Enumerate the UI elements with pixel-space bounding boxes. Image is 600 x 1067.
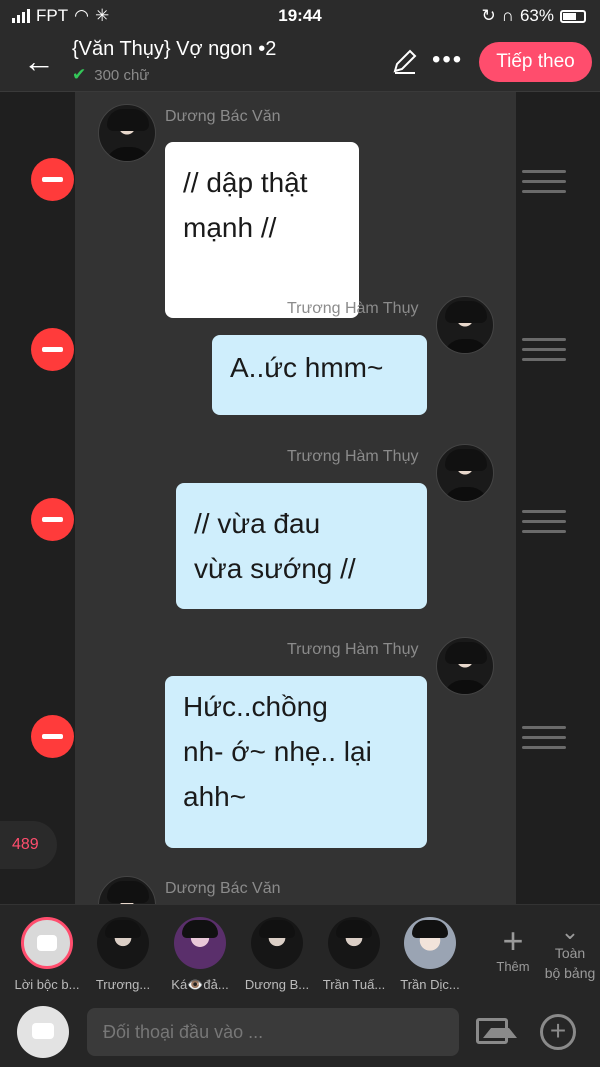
remove-message-button[interactable] xyxy=(31,158,74,201)
headphones-icon: ∩ xyxy=(501,6,514,25)
character-label: Trương... xyxy=(95,977,151,992)
drag-handle-icon[interactable] xyxy=(522,510,566,536)
word-count-text: 300 chữ xyxy=(94,66,150,84)
chevron-down-icon: ⌄ xyxy=(560,919,580,944)
drag-handle-icon[interactable] xyxy=(522,726,566,752)
status-right: ↻ ∩ 63% xyxy=(481,6,586,26)
message-line: A..ức hmm~ xyxy=(230,352,384,383)
speaker-name: Dương Bác Văn xyxy=(165,880,281,897)
message-bubble[interactable]: // dập thật mạnh // xyxy=(165,142,359,318)
message-line: Hức..chồng xyxy=(183,691,328,722)
rotation-lock-icon: ↻ xyxy=(481,6,496,25)
character-avatar xyxy=(328,917,380,969)
add-circle-icon[interactable]: + xyxy=(540,1014,576,1050)
check-icon: ✔ xyxy=(72,65,87,84)
remove-message-button[interactable] xyxy=(31,328,74,371)
app-header: ← {Văn Thụy} Vợ ngon •2 ✔ 300 chữ ••• Ti… xyxy=(0,34,600,92)
message-line: vừa sướng // xyxy=(194,553,356,584)
character-narrator[interactable]: Lời bộc b... xyxy=(10,917,84,992)
character-label: Lời bộc b... xyxy=(14,977,80,992)
message-bubble[interactable]: Hức..chồng nh- ớ~ nhẹ.. lại ahh~ xyxy=(165,676,427,848)
plus-icon: + xyxy=(502,920,524,961)
avatar-truong-ham-thuy[interactable] xyxy=(436,444,494,502)
character-label: Ká👁️đả... xyxy=(171,977,229,992)
narrator-icon xyxy=(21,917,73,969)
pen-icon[interactable] xyxy=(390,46,420,76)
add-character-button[interactable]: + Thêm xyxy=(490,920,536,975)
character-item[interactable]: Ká👁️đả... xyxy=(163,917,237,993)
speaker-name: Dương Bác Văn xyxy=(165,108,281,125)
message-line: // dập thật xyxy=(183,167,308,198)
character-avatar xyxy=(251,917,303,969)
input-bar: + xyxy=(0,998,600,1067)
all-label-line: Toàn xyxy=(554,945,586,961)
image-icon[interactable] xyxy=(476,1018,517,1044)
character-label: Trần Dịc... xyxy=(400,977,460,992)
battery-text: 63% xyxy=(519,6,554,25)
remove-message-button[interactable] xyxy=(31,715,74,758)
character-item[interactable]: Dương B... xyxy=(240,917,314,992)
character-label: Trần Tuấ... xyxy=(322,977,386,992)
character-bar: Lời bộc b... Trương... Ká👁️đả... Dương B… xyxy=(0,904,600,998)
chat-content[interactable]: Dương Bác Văn // dập thật mạnh // Trương… xyxy=(0,92,600,904)
back-arrow-icon[interactable]: ← xyxy=(22,43,56,79)
speaker-name: Trương Hàm Thụy xyxy=(287,300,419,317)
message-bubble[interactable]: A..ức hmm~ xyxy=(212,335,427,415)
character-item[interactable]: Trần Tuấ... xyxy=(317,917,391,992)
message-line: nh- ớ~ nhẹ.. lại xyxy=(183,736,372,767)
message-line: ahh~ xyxy=(183,781,247,812)
message-bubble[interactable]: // vừa đau vừa sướng // xyxy=(176,483,427,609)
add-label: Thêm xyxy=(496,959,530,974)
character-label: Dương B... xyxy=(244,977,310,992)
dialogue-input[interactable] xyxy=(87,1008,459,1056)
avatar-duong-bac-van[interactable] xyxy=(98,104,156,162)
character-item[interactable]: Trương... xyxy=(86,917,160,992)
character-item[interactable]: Trần Dịc... xyxy=(393,917,467,992)
drag-handle-icon[interactable] xyxy=(522,170,566,196)
story-title: {Văn Thụy} Vợ ngon •2 xyxy=(72,38,277,60)
message-line: mạnh // xyxy=(183,212,277,243)
status-bar: FPT ◠ ✳ 19:44 ↻ ∩ 63% xyxy=(0,0,600,34)
battery-icon xyxy=(560,9,586,23)
character-avatar xyxy=(404,917,456,969)
narrator-toggle-button[interactable] xyxy=(17,1006,69,1058)
message-line: // vừa đau xyxy=(194,508,321,539)
word-counter-badge: 489 xyxy=(0,821,57,869)
drag-handle-icon[interactable] xyxy=(522,338,566,364)
all-label-line: bộ bảng xyxy=(544,965,596,981)
word-count-status: ✔ 300 chữ xyxy=(72,65,149,85)
speaker-name: Trương Hàm Thụy xyxy=(287,448,419,465)
show-all-button[interactable]: ⌄ Toàn bộ bảng xyxy=(540,921,600,983)
next-button[interactable]: Tiếp theo xyxy=(479,42,592,82)
more-icon[interactable]: ••• xyxy=(432,46,463,74)
avatar-truong-ham-thuy[interactable] xyxy=(436,296,494,354)
character-avatar xyxy=(97,917,149,969)
remove-message-button[interactable] xyxy=(31,498,74,541)
avatar-truong-ham-thuy[interactable] xyxy=(436,637,494,695)
character-avatar xyxy=(174,917,226,969)
speaker-name: Trương Hàm Thụy xyxy=(287,641,419,658)
